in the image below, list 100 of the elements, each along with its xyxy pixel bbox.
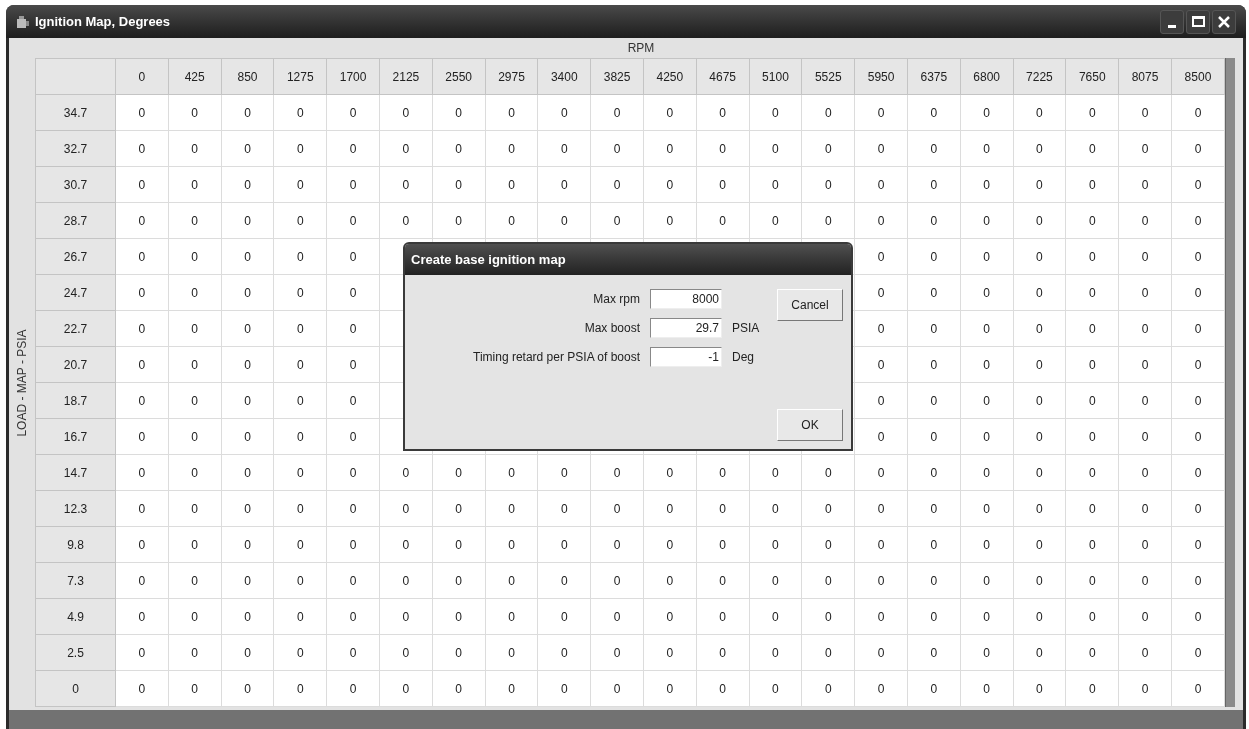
- table-cell[interactable]: 0: [907, 346, 961, 383]
- table-cell[interactable]: 0: [1065, 598, 1119, 635]
- table-cell[interactable]: 0: [1118, 382, 1172, 419]
- table-cell[interactable]: 0: [854, 382, 908, 419]
- table-cell[interactable]: 0: [749, 166, 802, 203]
- table-cell[interactable]: 0: [326, 166, 380, 203]
- table-cell[interactable]: 0: [1171, 598, 1225, 635]
- table-cell[interactable]: 0: [485, 130, 538, 167]
- table-cell[interactable]: 0: [1013, 202, 1066, 239]
- table-cell[interactable]: 0: [273, 166, 327, 203]
- table-cell[interactable]: 0: [960, 670, 1014, 707]
- table-cell[interactable]: 0: [168, 274, 222, 311]
- table-cell[interactable]: 0: [221, 94, 274, 131]
- table-cell[interactable]: 0: [221, 490, 274, 527]
- table-cell[interactable]: 0: [115, 562, 169, 599]
- table-cell[interactable]: 0: [485, 202, 538, 239]
- table-cell[interactable]: 0: [1118, 418, 1172, 455]
- table-cell[interactable]: 0: [273, 346, 327, 383]
- table-cell[interactable]: 0: [1118, 562, 1172, 599]
- table-cell[interactable]: 0: [432, 94, 486, 131]
- table-cell[interactable]: 0: [115, 526, 169, 563]
- table-cell[interactable]: 0: [1171, 454, 1225, 491]
- table-cell[interactable]: 0: [801, 670, 855, 707]
- table-cell[interactable]: 0: [696, 490, 750, 527]
- table-cell[interactable]: 0: [221, 562, 274, 599]
- table-cell[interactable]: 0: [1065, 490, 1119, 527]
- table-cell[interactable]: 0: [696, 562, 750, 599]
- table-cell[interactable]: 0: [749, 670, 802, 707]
- table-cell[interactable]: 0: [1171, 382, 1225, 419]
- table-cell[interactable]: 0: [485, 454, 538, 491]
- table-cell[interactable]: 0: [1013, 670, 1066, 707]
- table-cell[interactable]: 0: [1171, 94, 1225, 131]
- table-cell[interactable]: 0: [590, 202, 644, 239]
- table-cell[interactable]: 0: [854, 166, 908, 203]
- table-cell[interactable]: 0: [696, 130, 750, 167]
- table-cell[interactable]: 0: [326, 274, 380, 311]
- table-cell[interactable]: 0: [907, 670, 961, 707]
- table-cell[interactable]: 0: [221, 670, 274, 707]
- table-cell[interactable]: 0: [1065, 238, 1119, 275]
- table-cell[interactable]: 0: [1013, 454, 1066, 491]
- table-cell[interactable]: 0: [273, 94, 327, 131]
- table-cell[interactable]: 0: [960, 526, 1014, 563]
- table-cell[interactable]: 0: [749, 526, 802, 563]
- table-cell[interactable]: 0: [1065, 454, 1119, 491]
- table-cell[interactable]: 0: [801, 202, 855, 239]
- input-field[interactable]: 8000: [650, 289, 722, 309]
- table-cell[interactable]: 0: [537, 526, 591, 563]
- table-cell[interactable]: 0: [749, 562, 802, 599]
- table-cell[interactable]: 0: [1171, 490, 1225, 527]
- table-cell[interactable]: 0: [485, 562, 538, 599]
- table-cell[interactable]: 0: [854, 202, 908, 239]
- table-cell[interactable]: 0: [1118, 490, 1172, 527]
- table-cell[interactable]: 0: [590, 166, 644, 203]
- table-cell[interactable]: 0: [485, 94, 538, 131]
- table-cell[interactable]: 0: [221, 130, 274, 167]
- table-cell[interactable]: 0: [1013, 562, 1066, 599]
- table-cell[interactable]: 0: [326, 418, 380, 455]
- table-cell[interactable]: 0: [643, 526, 697, 563]
- table-cell[interactable]: 0: [960, 166, 1014, 203]
- table-cell[interactable]: 0: [801, 490, 855, 527]
- table-cell[interactable]: 0: [115, 454, 169, 491]
- table-cell[interactable]: 0: [643, 202, 697, 239]
- table-cell[interactable]: 0: [379, 562, 433, 599]
- table-cell[interactable]: 0: [273, 274, 327, 311]
- table-cell[interactable]: 0: [1171, 346, 1225, 383]
- table-cell[interactable]: 0: [960, 490, 1014, 527]
- table-cell[interactable]: 0: [115, 130, 169, 167]
- table-cell[interactable]: 0: [1171, 526, 1225, 563]
- table-cell[interactable]: 0: [907, 202, 961, 239]
- table-cell[interactable]: 0: [960, 346, 1014, 383]
- table-cell[interactable]: 0: [643, 598, 697, 635]
- table-cell[interactable]: 0: [643, 490, 697, 527]
- table-cell[interactable]: 0: [1171, 166, 1225, 203]
- table-cell[interactable]: 0: [115, 274, 169, 311]
- table-cell[interactable]: 0: [643, 130, 697, 167]
- table-cell[interactable]: 0: [273, 310, 327, 347]
- table-cell[interactable]: 0: [1118, 94, 1172, 131]
- table-cell[interactable]: 0: [696, 634, 750, 671]
- minimize-button[interactable]: [1160, 9, 1184, 34]
- table-cell[interactable]: 0: [960, 310, 1014, 347]
- maximize-button[interactable]: [1186, 9, 1210, 34]
- table-cell[interactable]: 0: [854, 490, 908, 527]
- horizontal-scrollbar[interactable]: [9, 710, 1243, 729]
- table-cell[interactable]: 0: [115, 94, 169, 131]
- table-cell[interactable]: 0: [379, 454, 433, 491]
- table-cell[interactable]: 0: [221, 418, 274, 455]
- table-cell[interactable]: 0: [643, 166, 697, 203]
- table-cell[interactable]: 0: [801, 454, 855, 491]
- table-cell[interactable]: 0: [801, 526, 855, 563]
- table-cell[interactable]: 0: [696, 166, 750, 203]
- table-cell[interactable]: 0: [907, 490, 961, 527]
- table-cell[interactable]: 0: [432, 634, 486, 671]
- table-cell[interactable]: 0: [485, 598, 538, 635]
- input-field[interactable]: -1: [650, 347, 722, 367]
- table-cell[interactable]: 0: [326, 634, 380, 671]
- table-cell[interactable]: 0: [379, 526, 433, 563]
- scrollbar[interactable]: [1225, 58, 1235, 707]
- table-cell[interactable]: 0: [1171, 274, 1225, 311]
- table-cell[interactable]: 0: [1065, 166, 1119, 203]
- table-cell[interactable]: 0: [537, 562, 591, 599]
